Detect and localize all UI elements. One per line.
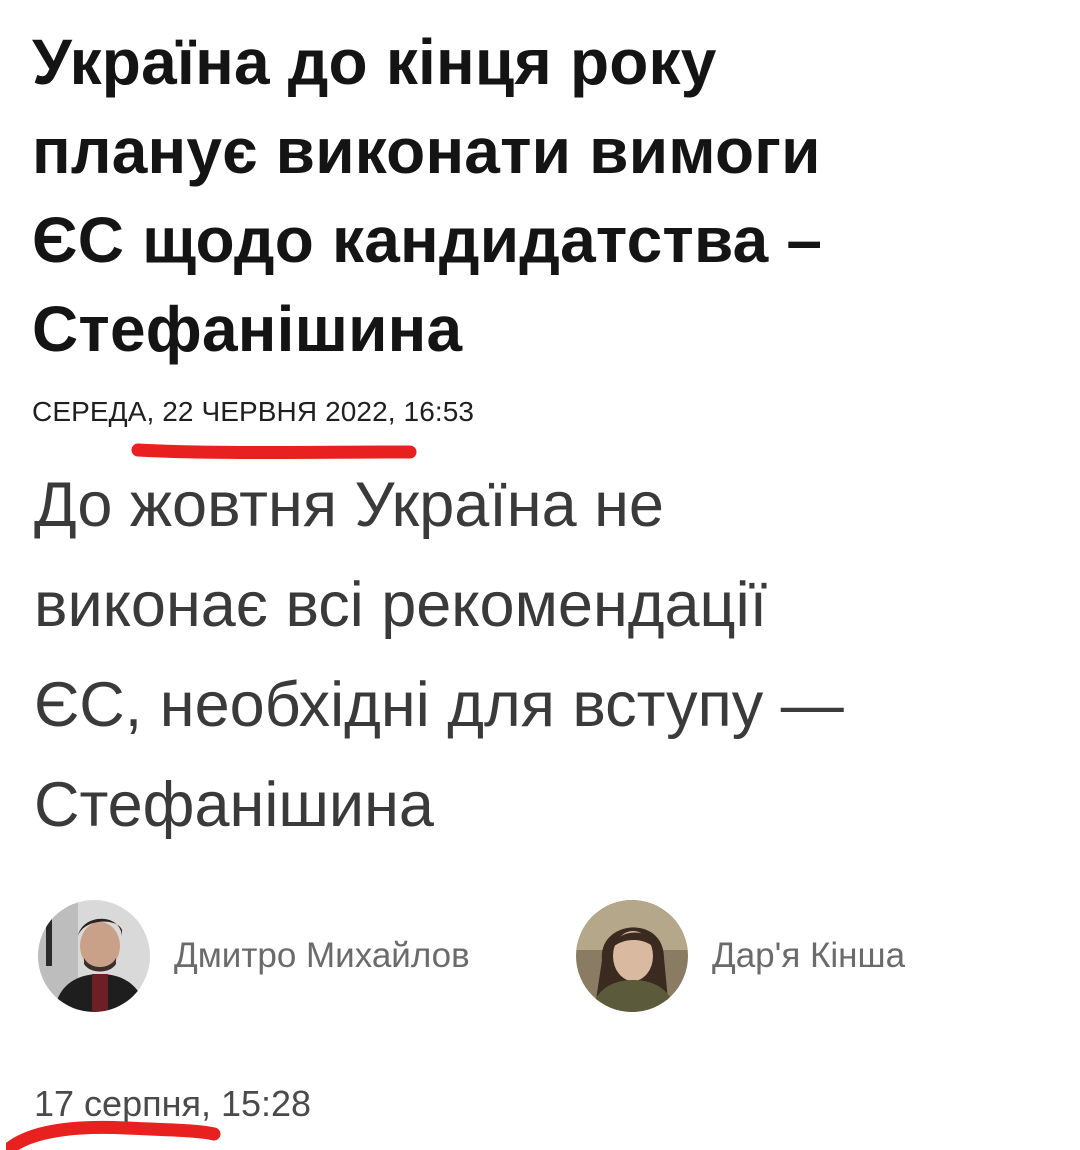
headline-line: Стефанішина <box>34 770 434 840</box>
headline-line: ЄС, необхідні для вступу — <box>34 670 844 740</box>
author-photo-woman-icon[interactable] <box>576 900 688 1012</box>
headline-article-1: Україна до кінця року планує виконати ви… <box>32 18 1042 374</box>
author-darya-kinsha[interactable]: Дар'я Кінша <box>576 900 905 1012</box>
headline-line: Стефанішина <box>32 293 463 365</box>
author-name[interactable]: Дмитро Михайлов <box>174 936 470 976</box>
headline-line: Україна до кінця року <box>32 26 717 98</box>
headline-line: планує виконати вимоги <box>32 115 821 187</box>
publish-date-article-1: СЕРЕДА, 22 ЧЕРВНЯ 2022, 16:53 <box>32 396 475 427</box>
headline-line: До жовтня Україна не <box>34 470 664 540</box>
author-name[interactable]: Дар'я Кінша <box>712 936 905 976</box>
headline-line: ЄС щодо кандидатства – <box>32 204 823 276</box>
author-dmytro-mykhailov[interactable]: Дмитро Михайлов <box>38 900 470 1012</box>
publish-date-article-2: 17 серпня, 15:28 <box>34 1083 312 1124</box>
headline-article-2: До жовтня Україна не виконає всі рекомен… <box>34 455 1054 855</box>
headline-line: виконає всі рекомендації <box>34 570 768 640</box>
author-photo-man-icon[interactable] <box>38 900 150 1012</box>
